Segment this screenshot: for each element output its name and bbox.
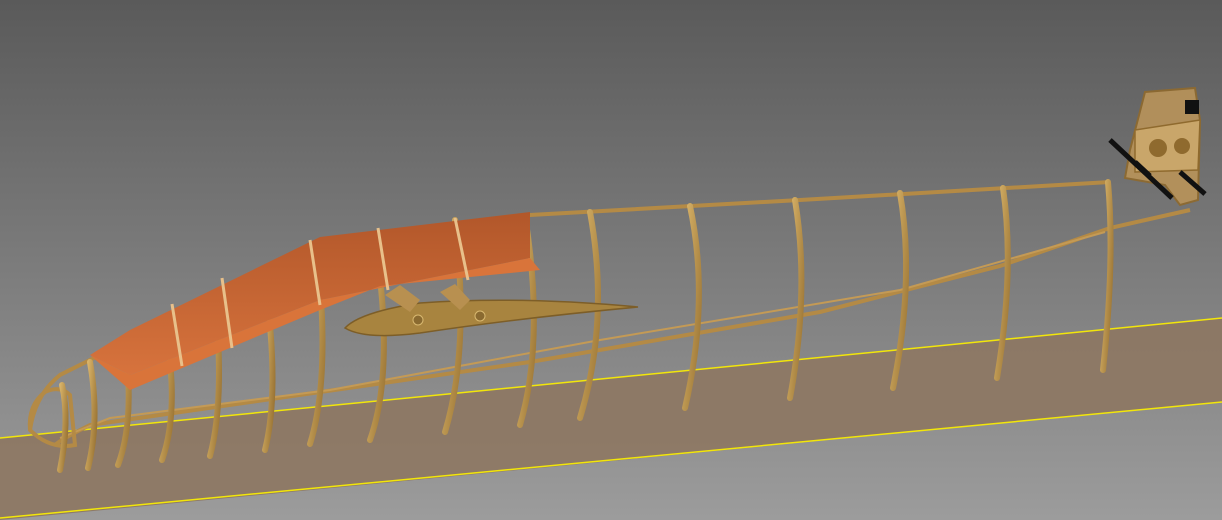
scene-svg [0, 0, 1222, 520]
tail-hole-1 [1149, 139, 1167, 157]
rib-hole-1 [412, 314, 424, 326]
tail-black-block [1185, 100, 1199, 114]
tail-hole-2 [1174, 138, 1190, 154]
3d-viewport[interactable] [0, 0, 1222, 520]
rib-hole-2 [474, 310, 486, 322]
tail-plate [1134, 119, 1201, 173]
